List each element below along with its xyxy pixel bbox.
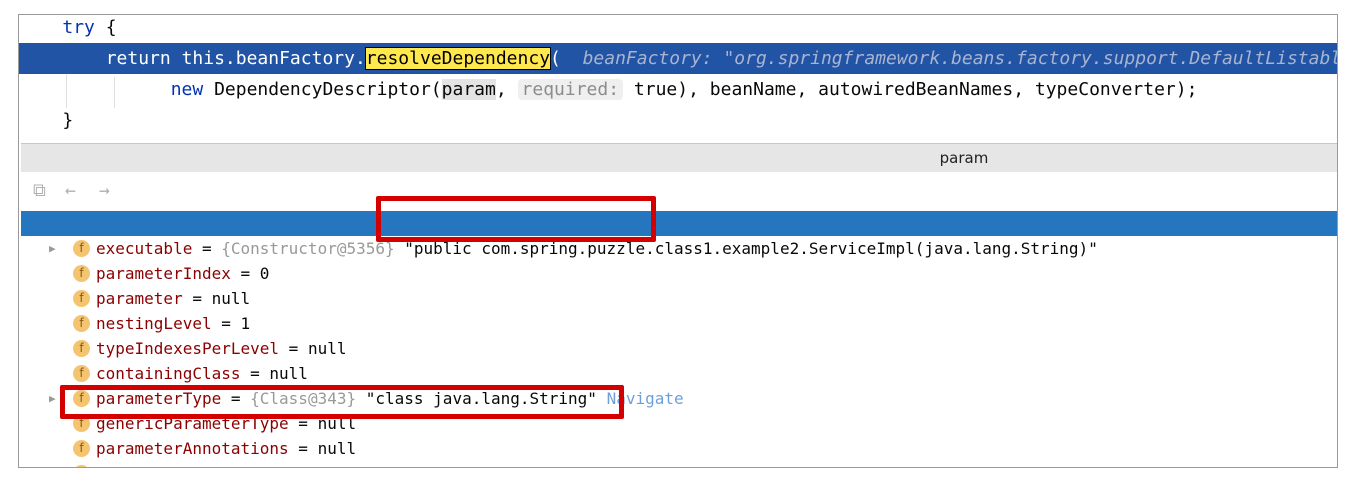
equals: = (288, 439, 318, 458)
inline-value-hint: beanFactory: "org.springframework.beans.… (582, 48, 1337, 69)
field-icon: f (73, 465, 90, 467)
field-name: containingClass (96, 364, 241, 383)
field-name: parameter (96, 289, 183, 308)
field-icon: f (73, 315, 90, 332)
field-value: null (211, 289, 251, 308)
popup-toolbar: ⧉ ← → (21, 172, 1337, 210)
tree-row-typeIndexesPerLevel[interactable]: f typeIndexesPerLevel = null (21, 336, 1337, 361)
field-value: null (346, 464, 385, 467)
code-text: DependencyDescriptor( (203, 79, 442, 100)
field-value: null (307, 339, 347, 358)
code-line-current: return this.beanFactory.resolveDependenc… (19, 43, 1337, 74)
field-value: 0 (259, 264, 270, 283)
field-icon: f (73, 440, 90, 457)
code-line: new DependencyDescriptor(param, required… (19, 74, 1337, 105)
code-text: ( (550, 48, 561, 69)
field-value: null (269, 364, 308, 383)
code-text: true), beanName, autowiredBeanNames, typ… (623, 79, 1198, 100)
code-line: try { (19, 15, 1337, 43)
field-value: 1 (240, 314, 251, 333)
field-icon: f (73, 340, 90, 357)
parameter-hint: required: (517, 79, 624, 100)
code-text: { (94, 17, 117, 38)
equals: = (211, 314, 241, 333)
forward-arrow-icon[interactable]: → (99, 180, 110, 201)
param-reference[interactable]: param (441, 79, 496, 100)
equals: = (192, 239, 222, 258)
annotation-box (376, 196, 656, 242)
equals: = (182, 289, 212, 308)
field-type: {Constructor@5356} (221, 239, 395, 258)
field-name: parameterAnnotations (96, 439, 289, 458)
method-highlight[interactable]: resolveDependency (364, 47, 552, 70)
tree-row-parameter[interactable]: f parameter = null (21, 286, 1337, 311)
pin-icon[interactable]: ⧉ (33, 180, 46, 201)
code-line: } (19, 105, 1337, 136)
field-name: nestingLevel (96, 314, 212, 333)
field-icon: f (73, 290, 90, 307)
annotation-box (60, 385, 624, 419)
field-name: parameterNameDiscoverer (96, 464, 318, 467)
expand-right-icon[interactable]: ▶ (49, 386, 56, 411)
keyword: try (62, 17, 95, 38)
field-name: parameterIndex (96, 264, 231, 283)
tree-row-containingClass[interactable]: f containingClass = null (21, 361, 1337, 386)
code-text: , (495, 79, 518, 100)
field-name: typeIndexesPerLevel (96, 339, 280, 358)
tree-row-parameterNameDiscoverer[interactable]: f parameterNameDiscoverer = null (21, 461, 1337, 467)
field-icon: f (73, 240, 90, 257)
field-icon: f (73, 265, 90, 282)
tree-row-nestingLevel[interactable]: f nestingLevel = 1 (21, 311, 1337, 336)
tree-row-parameterIndex[interactable]: f parameterIndex = 0 (21, 261, 1337, 286)
expand-right-icon[interactable]: ▶ (49, 236, 56, 261)
field-name: executable (96, 239, 193, 258)
field-icon: f (73, 365, 90, 382)
equals: = (240, 364, 270, 383)
back-arrow-icon[interactable]: ← (65, 180, 76, 201)
tree-row-parameterAnnotations[interactable]: f parameterAnnotations = null (21, 436, 1337, 461)
code-text: } (62, 110, 74, 131)
equals: = (230, 264, 260, 283)
tree-row-executable[interactable]: ▶ f executable = {Constructor@5356} "publi… (21, 236, 1337, 261)
popup-title: param (21, 144, 1337, 172)
equals: = (279, 339, 308, 358)
variables-tree[interactable]: ▼ oo param = {MethodParameter@5362} "con… (21, 211, 1337, 467)
keyword: new (170, 79, 204, 100)
equals: = (318, 464, 347, 467)
tree-row-root[interactable]: ▼ oo param = {MethodParameter@5362} "con… (21, 211, 1337, 308)
code-text: return this.beanFactory. (62, 48, 366, 69)
field-value: null (317, 439, 357, 458)
